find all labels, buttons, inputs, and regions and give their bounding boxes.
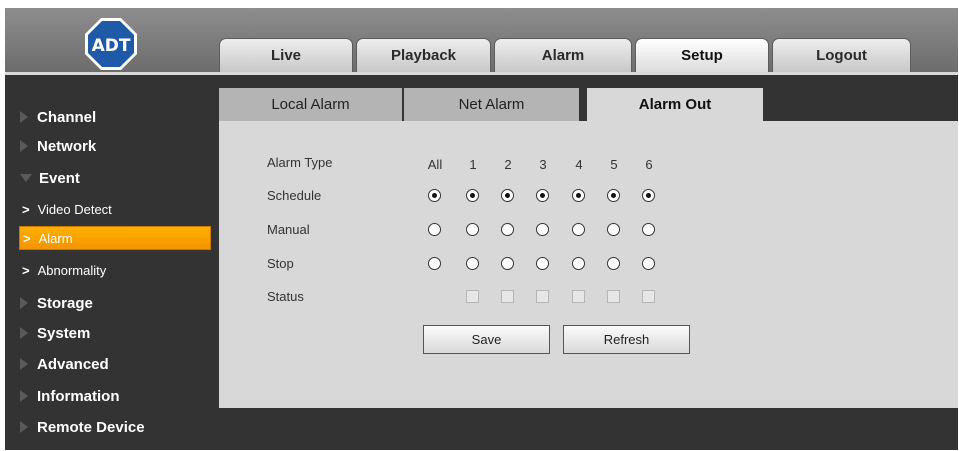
col-header: 4 <box>575 157 583 172</box>
arrow-right-icon <box>20 421 28 433</box>
arrow-right-icon <box>20 327 28 339</box>
status-indicator <box>642 290 655 303</box>
sidebar-subitem-label: Alarm <box>38 230 73 246</box>
alarm-out-panel: Alarm Type Schedule Manual Stop Status A… <box>219 121 958 408</box>
tab-playback[interactable]: Playback <box>356 38 491 72</box>
sidebar-item-event[interactable]: Event <box>5 165 215 191</box>
sidebar-item-remote-device[interactable]: Remote Device <box>5 414 215 440</box>
stop-radio[interactable] <box>536 257 549 270</box>
stop-radio[interactable] <box>607 257 620 270</box>
row-label-status: Status <box>267 289 304 304</box>
row-label-schedule: Schedule <box>267 188 322 203</box>
status-indicator <box>572 290 585 303</box>
col-header: 2 <box>504 157 512 172</box>
row-label-manual: Manual <box>267 222 310 237</box>
col-header: 1 <box>469 157 477 172</box>
sidebar-subitem-label: Abnormality <box>37 262 107 278</box>
schedule-radio[interactable] <box>572 189 585 202</box>
manual-radio[interactable] <box>642 223 655 236</box>
stop-radio[interactable] <box>572 257 585 270</box>
status-indicator <box>501 290 514 303</box>
stop-radio-all[interactable] <box>428 257 441 270</box>
sidebar-item-label: Remote Device <box>37 418 145 436</box>
header-divider <box>5 72 958 75</box>
tab-net-alarm[interactable]: Net Alarm <box>404 88 579 121</box>
arrow-right-icon <box>20 111 28 123</box>
chevron-right-icon: > <box>22 262 30 278</box>
sidebar-item-information[interactable]: Information <box>5 383 215 409</box>
arrow-down-icon <box>20 174 32 182</box>
stop-radio[interactable] <box>466 257 479 270</box>
save-button[interactable]: Save <box>423 325 550 354</box>
tab-alarm[interactable]: Alarm <box>494 38 632 72</box>
manual-radio[interactable] <box>466 223 479 236</box>
manual-radio-all[interactable] <box>428 223 441 236</box>
schedule-radio[interactable] <box>607 189 620 202</box>
manual-radio[interactable] <box>572 223 585 236</box>
sidebar-item-network[interactable]: Network <box>5 133 215 159</box>
sidebar-item-label: Advanced <box>37 355 109 373</box>
manual-radio[interactable] <box>607 223 620 236</box>
col-header-all: All <box>427 157 443 172</box>
col-header: 3 <box>539 157 547 172</box>
sidebar-subitem-label: Video Detect <box>37 201 112 217</box>
manual-radio[interactable] <box>536 223 549 236</box>
sidebar-item-label: Storage <box>37 294 93 312</box>
manual-radio[interactable] <box>501 223 514 236</box>
schedule-radio[interactable] <box>466 189 479 202</box>
schedule-radio[interactable] <box>501 189 514 202</box>
tab-live[interactable]: Live <box>219 38 353 72</box>
col-header: 5 <box>610 157 618 172</box>
tab-local-alarm[interactable]: Local Alarm <box>219 88 402 121</box>
sidebar-subitem-alarm[interactable]: > Alarm <box>19 226 211 250</box>
refresh-button[interactable]: Refresh <box>563 325 690 354</box>
sidebar-item-system[interactable]: System <box>5 320 215 346</box>
tab-logout[interactable]: Logout <box>772 38 911 72</box>
sidebar-item-label: Event <box>39 169 80 187</box>
schedule-radio[interactable] <box>642 189 655 202</box>
chevron-right-icon: > <box>22 201 30 217</box>
arrow-right-icon <box>20 358 28 370</box>
logo-text: ADT <box>92 36 131 56</box>
arrow-right-icon <box>20 390 28 402</box>
sidebar-item-label: Channel <box>37 108 97 126</box>
sidebar-item-label: Information <box>37 387 120 405</box>
sidebar-item-label: Network <box>37 137 97 155</box>
col-header: 6 <box>645 157 653 172</box>
tab-setup[interactable]: Setup <box>635 38 769 72</box>
status-indicator <box>466 290 479 303</box>
sidebar-item-channel[interactable]: Channel <box>5 104 215 130</box>
sidebar-item-storage[interactable]: Storage <box>5 290 215 316</box>
row-label-stop: Stop <box>267 256 294 271</box>
stop-radio[interactable] <box>642 257 655 270</box>
chevron-right-icon: > <box>23 230 31 246</box>
status-indicator <box>607 290 620 303</box>
tab-alarm-out[interactable]: Alarm Out <box>587 88 763 121</box>
row-label-alarm-type: Alarm Type <box>267 155 333 170</box>
arrow-right-icon <box>20 297 28 309</box>
schedule-radio[interactable] <box>536 189 549 202</box>
sidebar-item-label: System <box>37 324 91 342</box>
sidebar-subitem-video-detect[interactable]: > Video Detect <box>19 197 211 221</box>
status-indicator <box>536 290 549 303</box>
stop-radio[interactable] <box>501 257 514 270</box>
sidebar-subitem-abnormality[interactable]: > Abnormality <box>19 258 211 282</box>
arrow-right-icon <box>20 140 28 152</box>
schedule-radio-all[interactable] <box>428 189 441 202</box>
adt-logo: ADT <box>85 18 137 70</box>
sidebar-item-advanced[interactable]: Advanced <box>5 351 215 377</box>
